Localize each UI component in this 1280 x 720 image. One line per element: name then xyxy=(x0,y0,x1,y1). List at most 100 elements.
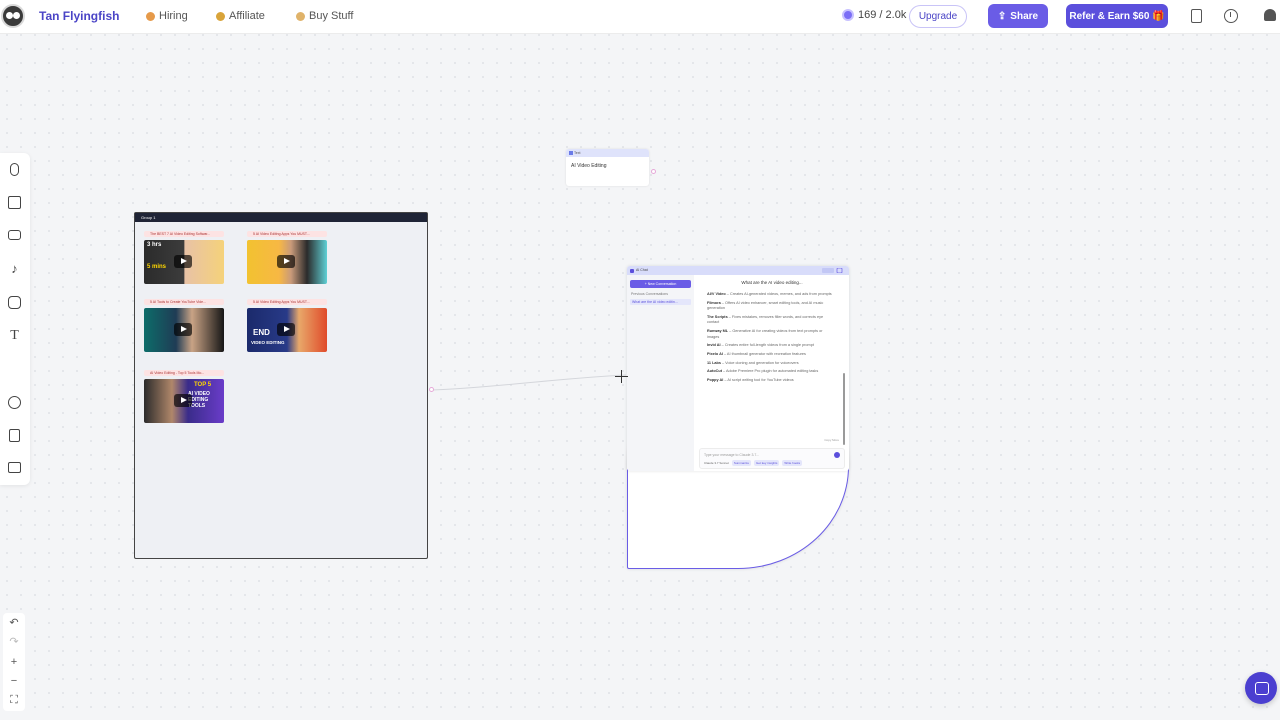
upgrade-button[interactable]: Upgrade xyxy=(909,5,967,28)
prompt-chip[interactable]: Summarize xyxy=(731,460,752,466)
answer-description: Offers AI video enhancer, smart editing … xyxy=(707,300,824,311)
answer-tool-name: AutoCut xyxy=(707,369,722,374)
send-icon[interactable] xyxy=(834,452,840,458)
chat-chips: Claude 3.7 Sonnet Summarize Get key insi… xyxy=(704,460,803,466)
refer-earn-button[interactable]: Refer & Earn $60 🎁 xyxy=(1066,4,1168,28)
chat-window-controls[interactable] xyxy=(822,268,844,273)
fit-view-button[interactable]: ⛶ xyxy=(3,692,25,708)
text-node-header[interactable]: Text xyxy=(566,149,649,157)
prompt-chip[interactable]: Get key insights xyxy=(754,460,780,466)
nav-buy-stuff[interactable]: Buy Stuff xyxy=(296,10,353,22)
redo-button[interactable]: ↷ xyxy=(3,634,25,650)
play-icon[interactable] xyxy=(174,323,192,336)
credits-icon xyxy=(842,9,854,21)
answer-description: Creates AI-generated videos, memes, and … xyxy=(729,292,832,296)
video-thumbnail[interactable] xyxy=(144,308,224,352)
workspace-name[interactable]: Tan Flyingfish xyxy=(39,9,119,23)
text-node[interactable]: Text AI Video Editing xyxy=(566,149,649,186)
left-toolbar: ♪ T xyxy=(0,153,849,569)
video-thumbnail[interactable]: END VIDEO EDITING xyxy=(247,308,327,352)
video-card[interactable]: The BEST 7 AI Video Editing Softwar... 3… xyxy=(144,231,224,284)
share-button[interactable]: ⇪ Share xyxy=(988,4,1048,28)
ai-chat-node[interactable]: AI Chat + New Conversation Previous Conv… xyxy=(627,266,849,471)
answer-tool-name: Poppy AI xyxy=(707,378,724,382)
notification-bell-icon[interactable] xyxy=(1264,9,1276,21)
nav-affiliate-label: Affiliate xyxy=(229,10,265,22)
app-logo-icon[interactable] xyxy=(1,4,25,28)
nav-buy-stuff-label: Buy Stuff xyxy=(309,10,354,22)
zoom-in-button[interactable]: + xyxy=(3,654,25,670)
connection-port[interactable] xyxy=(429,387,434,392)
connection-line xyxy=(431,374,626,391)
chat-header[interactable]: AI Chat xyxy=(627,266,849,275)
share-label: Share xyxy=(1010,10,1039,22)
previous-conversations-label: Previous Conversations xyxy=(631,292,668,296)
document-icon[interactable] xyxy=(1191,9,1202,23)
message-actions[interactable]: Copy More xyxy=(824,438,839,442)
video-thumbnail[interactable]: 3 hrs 5 mins xyxy=(144,240,224,284)
crosshair-cursor-icon xyxy=(615,370,628,383)
new-conversation-button[interactable]: + New Conversation xyxy=(630,280,691,288)
video-card[interactable]: AI Video Editing - Top 5 Tools Mo... TOP… xyxy=(144,370,224,423)
affiliate-emoji-icon xyxy=(216,11,225,21)
support-chat-icon[interactable] xyxy=(1245,672,1277,704)
answer-item: AutoCut – Adobe Premiere Pro plugin for … xyxy=(707,369,819,374)
chat-answer-list: AI/V Video – Creates AI-generated videos… xyxy=(697,292,847,384)
text-node-content[interactable]: AI Video Editing xyxy=(566,157,649,175)
group-node[interactable]: Group 1 The BEST 7 AI Video Editing Soft… xyxy=(134,212,428,559)
play-icon[interactable] xyxy=(277,323,295,336)
chat-main-panel: What are the AI video editing... AI/V Vi… xyxy=(697,275,847,471)
prompt-chip[interactable]: Write hooks xyxy=(782,460,803,466)
instagram-icon[interactable] xyxy=(8,296,21,309)
image-icon[interactable] xyxy=(8,196,21,209)
nav-affiliate[interactable]: Affiliate xyxy=(216,10,265,22)
answer-item: Invid AI – Creates entire full-length vi… xyxy=(707,343,814,348)
answer-item: 11 Labs – Voice cloning and generation f… xyxy=(707,360,799,365)
folder-icon[interactable] xyxy=(8,462,21,473)
play-icon[interactable] xyxy=(174,255,192,268)
connection-port[interactable] xyxy=(651,169,656,174)
thumbnail-caption: AI VIDEO EDITING TOOLS xyxy=(188,391,210,409)
hiring-emoji-icon xyxy=(146,11,155,21)
nav-hiring[interactable]: Hiring xyxy=(146,10,188,22)
answer-item: Pixelo AI – AI thumbnail generator with … xyxy=(707,351,806,356)
answer-tool-name: Runway ML xyxy=(707,329,729,334)
answer-tool-name: Filmora xyxy=(707,300,721,305)
thumbnail-caption: TOP 5 xyxy=(194,382,212,388)
answer-tool-name: 11 Labs xyxy=(707,360,721,365)
answer-description: Creates entire full-length videos from a… xyxy=(724,343,814,348)
answer-description: Adobe Premiere Pro plugin for automated … xyxy=(726,369,819,374)
play-icon[interactable] xyxy=(174,394,192,407)
microphone-icon[interactable] xyxy=(10,163,19,176)
play-icon[interactable] xyxy=(277,255,295,268)
credits-value: 169 / 2.0k xyxy=(858,9,907,21)
answer-item: AI/V Video – Creates AI-generated videos… xyxy=(707,292,832,296)
canvas-controls: ↶ ↷ + − ⛶ xyxy=(3,613,25,711)
video-card[interactable]: 5 AI Tools to Create YouTube Vide... xyxy=(144,299,224,352)
undo-button[interactable]: ↶ xyxy=(3,615,25,631)
chat-scrollbar[interactable] xyxy=(843,373,845,445)
history-icon[interactable] xyxy=(1224,9,1238,23)
video-card[interactable]: 5 AI Video Editing Apps You MUST... xyxy=(247,231,327,284)
zoom-out-button[interactable]: − xyxy=(3,673,25,689)
video-thumbnail[interactable] xyxy=(247,240,327,284)
thumbnail-caption: VIDEO EDITING xyxy=(251,340,285,345)
video-thumbnail[interactable]: TOP 5 AI VIDEO EDITING TOOLS xyxy=(144,379,224,423)
tiktok-icon[interactable]: ♪ xyxy=(8,262,21,275)
credits-counter[interactable]: 169 / 2.0k xyxy=(842,9,906,21)
group-title[interactable]: Group 1 xyxy=(135,213,427,222)
text-icon[interactable]: T xyxy=(8,329,21,343)
model-selector[interactable]: Claude 3.7 Sonnet xyxy=(704,461,729,465)
chat-input[interactable]: Type your message to Claude 3.7... Claud… xyxy=(699,448,845,469)
answer-tool-name: The Scripts xyxy=(707,314,728,319)
previous-conversation-item[interactable]: What are the AI video editin... xyxy=(630,299,691,305)
top-bar: Tan Flyingfish Hiring Affiliate Buy Stuf… xyxy=(0,0,1280,34)
video-title: The BEST 7 AI Video Editing Softwar... xyxy=(144,231,224,237)
thumbnail-caption: 5 mins xyxy=(147,264,167,270)
answer-item: Runway ML – Generative AI for creating v… xyxy=(707,329,823,339)
video-icon[interactable] xyxy=(8,230,21,240)
video-card[interactable]: 5 AI Video Editing Apps You MUST... END … xyxy=(247,299,327,352)
share-icon: ⇪ xyxy=(997,10,1007,22)
globe-icon[interactable] xyxy=(8,396,21,409)
document-tool-icon[interactable] xyxy=(9,429,20,442)
